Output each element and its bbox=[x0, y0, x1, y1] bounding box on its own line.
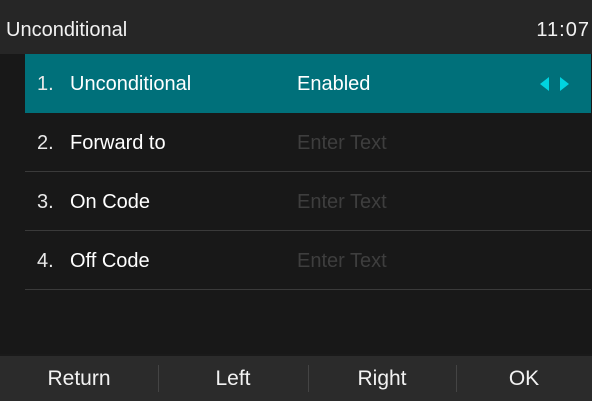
softkey-bar: Return Left Right OK bbox=[0, 356, 592, 401]
list-item-off-code[interactable]: 4. Off Code Enter Text bbox=[25, 231, 591, 290]
on-code-input[interactable]: Enter Text bbox=[297, 190, 387, 214]
item-index: 2. bbox=[37, 132, 54, 154]
left-right-arrows-icon[interactable] bbox=[540, 75, 576, 93]
settings-list: 1. Unconditional Enabled 2. Forward to E… bbox=[0, 54, 592, 354]
list-item-on-code[interactable]: 3. On Code Enter Text bbox=[25, 172, 591, 231]
softkey-separator bbox=[308, 365, 309, 392]
item-label: Forward to bbox=[70, 132, 166, 154]
unconditional-value: Enabled bbox=[297, 73, 371, 95]
item-label: Off Code bbox=[70, 250, 150, 272]
list-item-forward-to[interactable]: 2. Forward to Enter Text bbox=[25, 113, 591, 172]
forward-to-input[interactable]: Enter Text bbox=[297, 131, 387, 155]
list-item-unconditional[interactable]: 1. Unconditional Enabled bbox=[25, 54, 591, 113]
item-index: 4. bbox=[37, 250, 54, 272]
item-label: Unconditional bbox=[70, 73, 192, 95]
off-code-input[interactable]: Enter Text bbox=[297, 249, 387, 273]
title-bar: Unconditional 11:07 bbox=[0, 0, 592, 54]
softkey-separator bbox=[158, 365, 159, 392]
page-title: Unconditional bbox=[6, 19, 128, 41]
ok-button[interactable]: OK bbox=[456, 356, 592, 401]
right-button[interactable]: Right bbox=[308, 356, 456, 401]
item-index: 1. bbox=[37, 73, 54, 95]
item-label: On Code bbox=[70, 191, 151, 213]
right-arrow-icon[interactable] bbox=[560, 77, 569, 91]
item-index: 3. bbox=[37, 191, 54, 213]
divider bbox=[25, 289, 591, 290]
left-arrow-icon[interactable] bbox=[540, 77, 549, 91]
return-button[interactable]: Return bbox=[0, 356, 158, 401]
left-button[interactable]: Left bbox=[158, 356, 308, 401]
softkey-separator bbox=[456, 365, 457, 392]
clock: 11:07 bbox=[536, 19, 590, 41]
